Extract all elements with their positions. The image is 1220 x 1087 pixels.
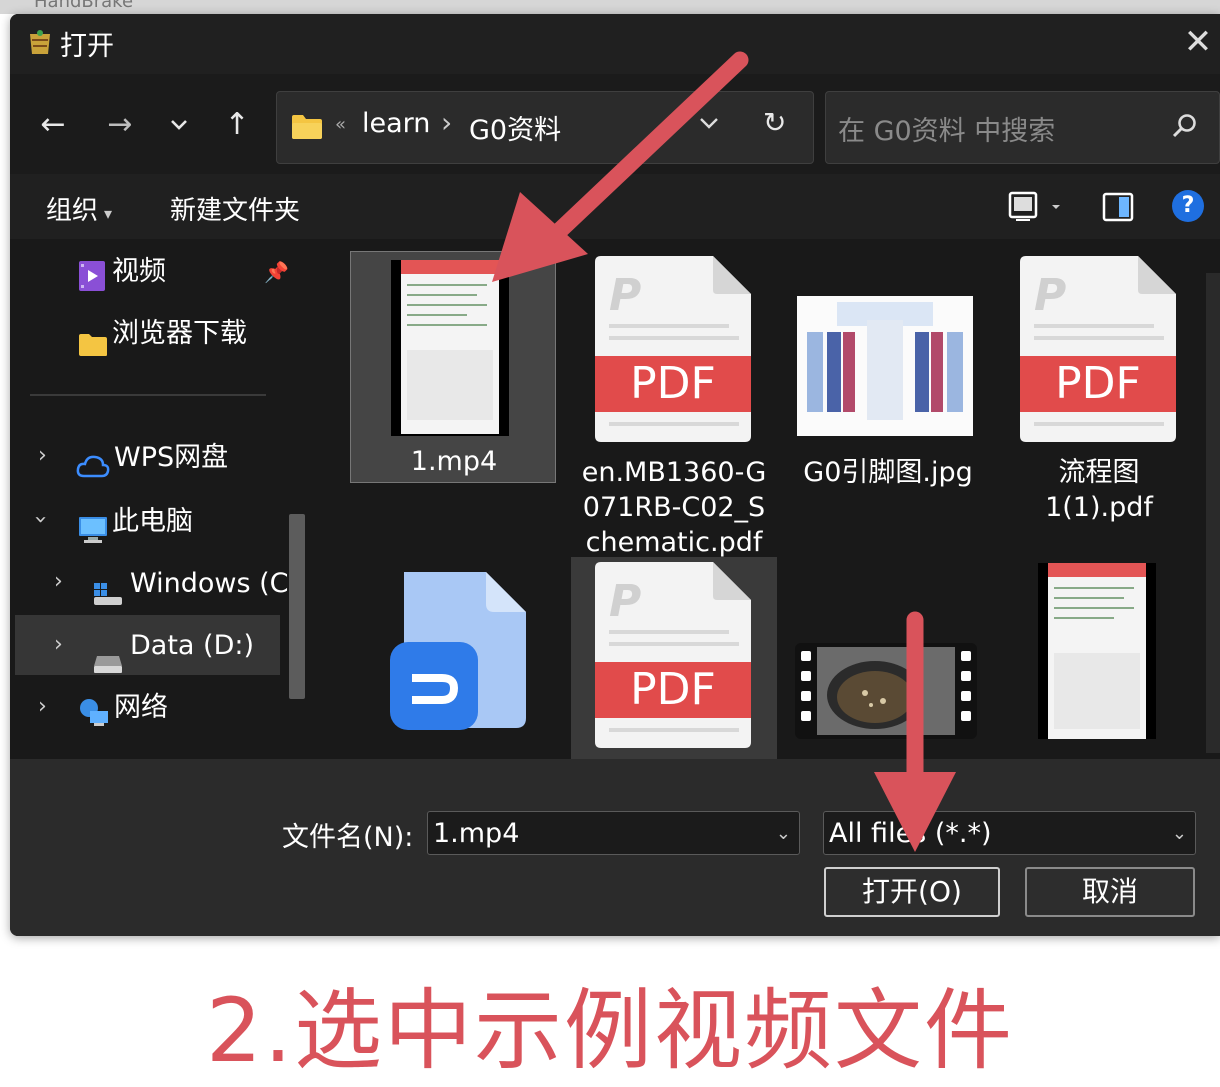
arrow-to-file [546,51,749,244]
arrow-head [874,772,956,852]
arrow-head [492,192,588,282]
annotation-arrows [492,51,956,852]
instruction-caption: 2.选中示例视频文件 [206,979,1014,1082]
